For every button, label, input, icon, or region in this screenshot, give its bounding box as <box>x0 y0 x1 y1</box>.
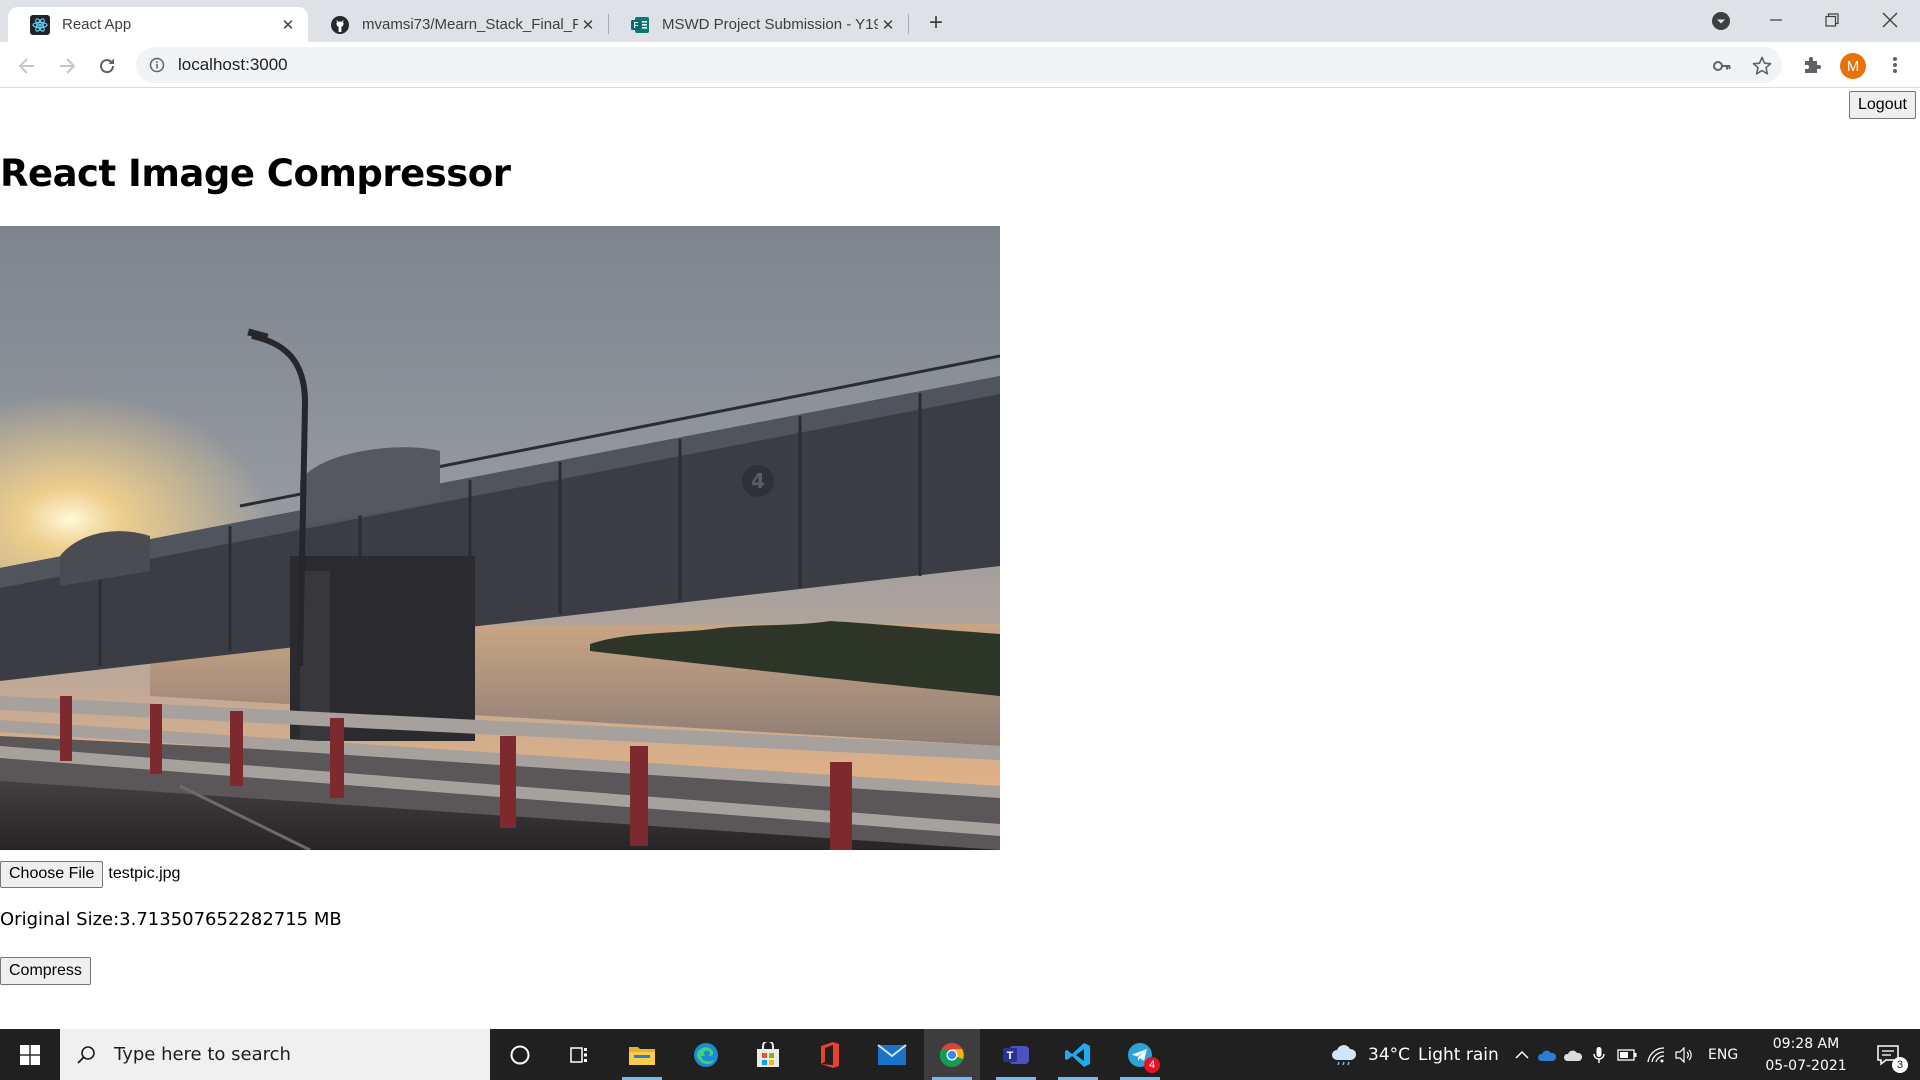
close-tab-icon[interactable]: ✕ <box>878 15 898 35</box>
page-title: React Image Compressor <box>0 152 511 195</box>
tab-react-app[interactable]: React App ✕ <box>8 7 308 42</box>
original-size-text: Original Size:3.713507652282715 MB <box>0 909 342 930</box>
cortana-icon[interactable] <box>492 1029 548 1080</box>
office-icon[interactable] <box>802 1029 858 1080</box>
choose-file-button[interactable]: Choose File <box>0 860 104 888</box>
tray-icons: ENG <box>1510 1029 1738 1080</box>
extensions-icon[interactable] <box>1800 53 1824 77</box>
close-tab-icon[interactable]: ✕ <box>278 15 298 35</box>
onedrive-icon[interactable] <box>1534 1048 1560 1062</box>
more-menu-icon[interactable] <box>1883 53 1907 77</box>
chrome-icon[interactable] <box>924 1029 980 1080</box>
selected-file-name: testpic.jpg <box>108 865 181 882</box>
cloud-sync-icon[interactable] <box>1560 1048 1586 1062</box>
new-tab-button[interactable]: + <box>922 9 950 37</box>
telegram-icon[interactable]: 4 <box>1112 1029 1168 1080</box>
close-tab-icon[interactable]: ✕ <box>578 15 598 35</box>
vscode-icon[interactable] <box>1050 1029 1106 1080</box>
tab-title: mvamsi73/Mearn_Stack_Final_Pro <box>362 16 578 33</box>
mail-icon[interactable] <box>864 1029 920 1080</box>
weather-widget[interactable]: 34°C Light rain <box>1330 1029 1499 1080</box>
weather-temperature: 34°C <box>1368 1044 1411 1065</box>
windows-start-icon[interactable] <box>0 1029 60 1080</box>
preview-image: 4 <box>0 226 1000 850</box>
close-window-icon[interactable] <box>1862 0 1918 40</box>
minimize-icon[interactable] <box>1748 0 1804 40</box>
system-clock[interactable]: 09:28 AM 05-07-2021 <box>1762 1033 1850 1077</box>
info-icon[interactable] <box>148 56 166 74</box>
tab-strip: React App ✕ mvamsi73/Mearn_Stack_Final_P… <box>0 0 1920 42</box>
windows-taskbar: Type here to search T 4 34°C Light rain … <box>0 1029 1920 1080</box>
reload-button[interactable] <box>90 49 124 83</box>
back-button[interactable] <box>10 49 44 83</box>
svg-text:4: 4 <box>751 469 765 493</box>
search-icon <box>74 1043 98 1067</box>
language-indicator[interactable]: ENG <box>1708 1047 1738 1063</box>
store-icon[interactable] <box>740 1029 796 1080</box>
notification-count-badge: 3 <box>1892 1057 1908 1073</box>
compress-button[interactable]: Compress <box>0 957 91 985</box>
react-icon <box>30 14 50 35</box>
microphone-icon[interactable] <box>1586 1046 1612 1064</box>
tab-forms[interactable]: F MSWD Project Submission - Y19 ✕ <box>608 7 908 42</box>
tab-title: React App <box>62 16 132 33</box>
battery-icon[interactable] <box>1612 1048 1642 1061</box>
forms-icon: F <box>630 15 650 35</box>
wifi-icon[interactable] <box>1642 1046 1670 1063</box>
file-explorer-icon[interactable] <box>614 1029 670 1080</box>
svg-text:T: T <box>1007 1050 1014 1062</box>
tab-search-icon[interactable] <box>1709 9 1733 33</box>
tab-title: MSWD Project Submission - Y19 <box>662 16 878 33</box>
cloud-rain-icon <box>1330 1044 1358 1066</box>
tab-divider <box>908 14 909 34</box>
volume-icon[interactable] <box>1670 1046 1698 1063</box>
chevron-up-icon[interactable] <box>1510 1050 1534 1060</box>
logout-button[interactable]: Logout <box>1849 91 1916 119</box>
tab-github[interactable]: mvamsi73/Mearn_Stack_Final_Pro ✕ <box>308 7 608 42</box>
forward-button[interactable] <box>50 49 84 83</box>
taskbar-search-box[interactable]: Type here to search <box>60 1029 490 1080</box>
restore-icon[interactable] <box>1804 0 1860 40</box>
telegram-unread-badge: 4 <box>1144 1057 1160 1073</box>
file-input[interactable]: Choose File testpic.jpg <box>0 860 180 888</box>
bookmark-star-icon[interactable] <box>1752 56 1772 76</box>
weather-condition: Light rain <box>1418 1044 1499 1065</box>
teams-icon[interactable]: T <box>988 1029 1044 1080</box>
task-view-icon[interactable] <box>552 1029 608 1080</box>
browser-toolbar: localhost:3000 M <box>0 42 1920 88</box>
clock-date: 05-07-2021 <box>1765 1058 1847 1074</box>
notifications-icon[interactable]: 3 <box>1860 1029 1916 1080</box>
svg-text:F: F <box>634 21 639 30</box>
url-text[interactable]: localhost:3000 <box>178 47 288 83</box>
profile-avatar[interactable]: M <box>1840 53 1866 79</box>
github-icon <box>330 15 350 35</box>
web-page: Logout React Image Compressor 4 Choose F… <box>0 89 1920 1029</box>
key-icon[interactable] <box>1712 56 1732 76</box>
edge-icon[interactable] <box>678 1029 734 1080</box>
clock-time: 09:28 AM <box>1772 1036 1840 1052</box>
address-bar[interactable]: localhost:3000 <box>136 47 1782 83</box>
search-placeholder: Type here to search <box>114 1044 291 1065</box>
